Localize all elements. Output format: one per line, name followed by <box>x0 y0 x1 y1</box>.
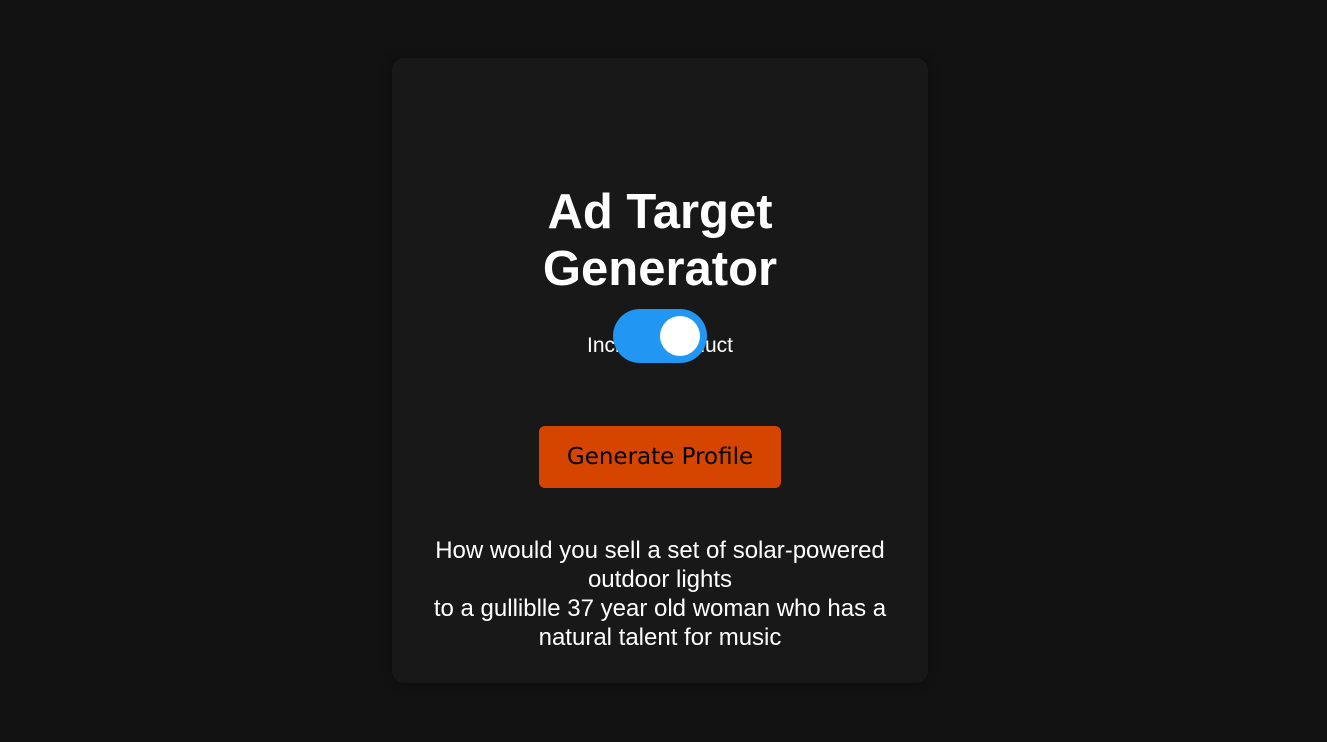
generator-card: Ad Target Generator Include Product Gene… <box>392 58 928 683</box>
include-product-toggle[interactable] <box>613 309 707 363</box>
title-line-1: Ad Target <box>547 185 773 239</box>
toggle-knob <box>660 316 700 356</box>
page-title: Ad Target Generator <box>392 184 928 298</box>
result-line-2: to a gulliblle 37 year old woman who has… <box>433 595 887 651</box>
generate-profile-button[interactable]: Generate Profile <box>539 426 781 488</box>
generated-profile-text: How would you sell a set of solar-powere… <box>412 536 908 652</box>
result-line-1: How would you sell a set of solar-powere… <box>435 537 885 593</box>
title-line-2: Generator <box>542 242 778 296</box>
